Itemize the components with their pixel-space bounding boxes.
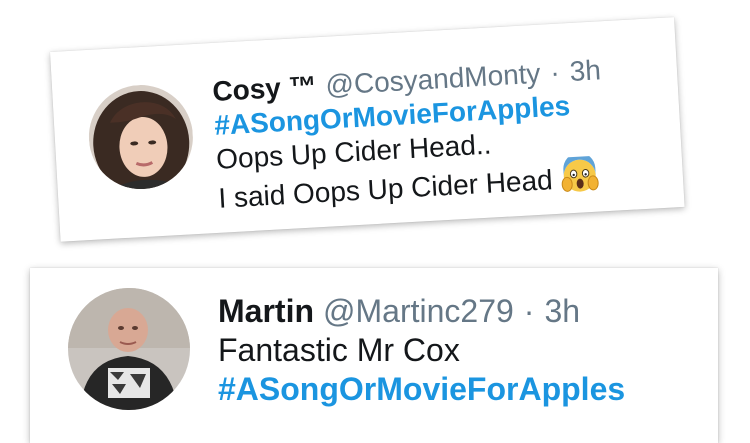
- avatar-photo: [68, 288, 190, 410]
- face-screaming-in-fear-emoji-icon: [559, 152, 599, 196]
- avatar[interactable]: [86, 82, 196, 192]
- tweet-card[interactable]: Martin @Martinc279 · 3h Fantastic Mr Cox…: [30, 268, 718, 443]
- separator-dot: ·: [523, 293, 535, 329]
- separator-dot: ·: [549, 56, 561, 89]
- timestamp[interactable]: 3h: [544, 292, 580, 331]
- timestamp[interactable]: 3h: [569, 53, 602, 89]
- user-handle[interactable]: @Martinc279: [323, 292, 514, 331]
- avatar[interactable]: [68, 288, 190, 410]
- hashtag-link[interactable]: #ASongOrMovieForApples: [218, 370, 625, 409]
- tweet-text-line-1: Fantastic Mr Cox: [218, 332, 460, 368]
- display-name[interactable]: Martin: [218, 292, 314, 331]
- tweet-card[interactable]: Cosy ™ @CosyandMonty · 3h #ASongOrMovieF…: [50, 17, 685, 242]
- avatar-photo: [86, 82, 196, 192]
